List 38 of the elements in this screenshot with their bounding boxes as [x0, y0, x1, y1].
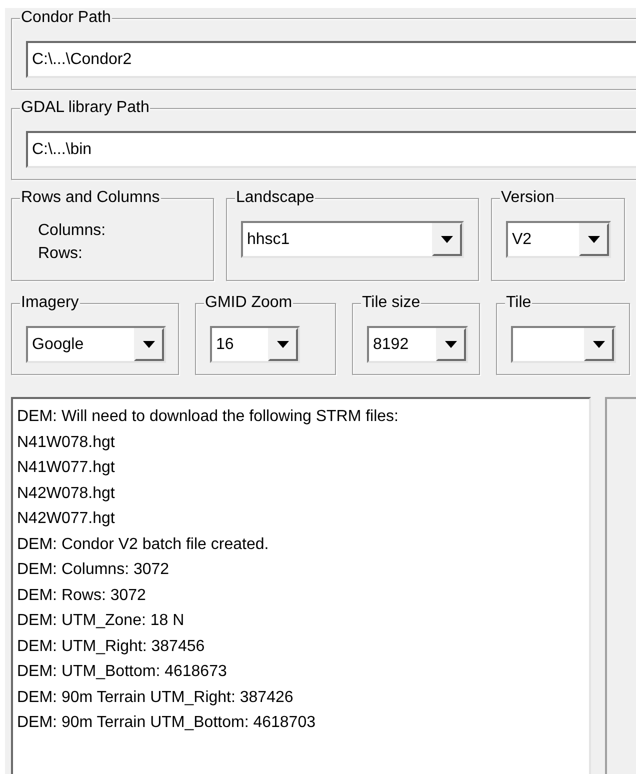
log-line: DEM: UTM_Bottom: 4618673	[17, 662, 228, 682]
log-line: DEM: 90m Terrain UTM_Bottom: 4618703	[17, 713, 316, 733]
group-label: Imagery	[20, 294, 80, 312]
dropdown-field[interactable]	[511, 326, 616, 363]
log-line: DEM: Will need to download the following STRM files:	[17, 407, 400, 427]
caret-icon	[445, 341, 457, 348]
caret-icon	[143, 341, 155, 348]
dropdown-button[interactable]	[436, 328, 466, 361]
rows-label: Rows:	[38, 244, 84, 264]
log-line: N41W078.hgt	[17, 432, 116, 452]
caret-icon	[277, 341, 289, 348]
log-line: DEM: UTM_Right: 387456	[17, 636, 206, 656]
dropdown-button[interactable]	[432, 223, 462, 256]
dropdown-field[interactable]: 16	[210, 326, 300, 363]
log-line: DEM: Rows: 3072	[17, 586, 147, 606]
caret-icon	[588, 236, 600, 243]
caret-icon	[441, 236, 453, 243]
dropdown-field[interactable]: 8192	[367, 326, 468, 363]
log-line: DEM: Condor V2 batch file created.	[17, 534, 270, 554]
group-label: Landscape	[235, 189, 316, 207]
dropdown-button[interactable]	[268, 328, 298, 361]
dropdown-button[interactable]	[579, 223, 609, 256]
dropdown-field[interactable]: hhsc1	[241, 221, 464, 258]
dropdown-field[interactable]: V2	[506, 221, 611, 258]
path-field[interactable]: C:\...\bin	[26, 131, 636, 168]
log-line: N42W077.hgt	[17, 509, 116, 529]
log-line: N42W078.hgt	[17, 484, 116, 504]
dropdown-button[interactable]	[584, 328, 614, 361]
dropdown-button[interactable]	[134, 328, 164, 361]
dropdown-field[interactable]: Google	[26, 326, 166, 363]
log-line: DEM: UTM_Zone: 18 N	[17, 611, 186, 631]
log-line: DEM: 90m Terrain UTM_Right: 387426	[17, 688, 294, 708]
group-label: GDAL library Path	[20, 99, 150, 117]
caret-icon	[593, 341, 605, 348]
log-line: N41W077.hgt	[17, 458, 116, 478]
log-line: DEM: Columns: 3072	[17, 560, 170, 580]
columns-label: Columns:	[38, 221, 107, 241]
path-field[interactable]: C:\...\Condor2	[26, 41, 636, 78]
